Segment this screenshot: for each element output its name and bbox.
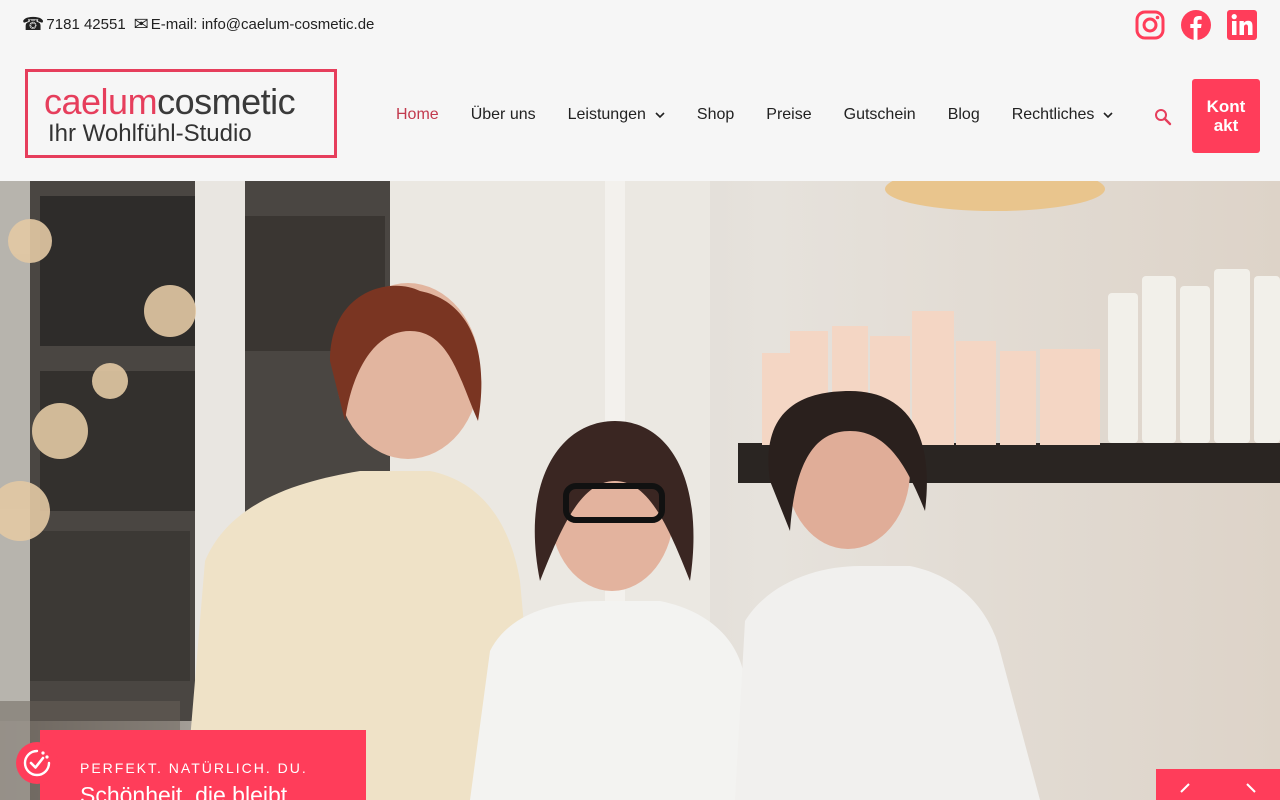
hero-caption: PERFEKT. NATÜRLICH. DU. Schönheit, die b… [40, 730, 366, 800]
nav-label: Blog [947, 106, 980, 123]
nav-item-gutschein[interactable]: Gutschein [844, 106, 916, 124]
nav-label: Über uns [470, 106, 536, 123]
contact-info: ☎ 7181 42551 ✉ E-mail: info@caelum-cosme… [22, 14, 374, 35]
slider-arrows [1156, 769, 1280, 800]
hero-headline: Schönheit, die bleibt [80, 782, 288, 800]
chevron-left-icon[interactable] [1178, 783, 1192, 797]
email-link[interactable]: E-mail: info@caelum-cosmetic.de [151, 16, 375, 33]
envelope-icon: ✉ [133, 14, 149, 34]
logo-word-cosmetic: cosmetic [157, 81, 296, 122]
nav-label: Rechtliches [1011, 106, 1095, 123]
facebook-icon[interactable] [1180, 9, 1212, 41]
nav-label: Gutschein [843, 106, 916, 123]
social-links [1134, 9, 1258, 41]
logo-wordmark: caelumcosmetic [44, 81, 296, 122]
linkedin-icon[interactable] [1226, 9, 1258, 41]
hero-photo [0, 181, 1280, 800]
contact-button[interactable]: Kontakt [1192, 79, 1260, 153]
nav-label: Preise [766, 106, 812, 123]
nav-item-blog[interactable]: Blog [948, 106, 980, 124]
nav-label: Leistungen [567, 106, 646, 123]
search-icon[interactable] [1154, 108, 1172, 126]
logo-tagline: Ihr Wohlfühl-Studio [48, 120, 252, 147]
nav-label: Home [396, 106, 439, 123]
cookie-settings-button[interactable] [16, 742, 58, 784]
nav-item-ueber-uns[interactable]: Über uns [471, 106, 536, 124]
nav-item-shop[interactable]: Shop [697, 106, 734, 124]
logo-word-caelum: caelum [44, 81, 158, 122]
main-nav: Home Über uns Leistungen Shop Preise Gut… [396, 106, 1113, 124]
hero-kicker: PERFEKT. NATÜRLICH. DU. [80, 760, 308, 776]
nav-label: Shop [696, 106, 735, 123]
top-bar: ☎ 7181 42551 ✉ E-mail: info@caelum-cosme… [0, 0, 1280, 52]
cookie-consent-icon [23, 749, 51, 777]
site-logo[interactable]: caelumcosmetic Ihr Wohlfühl-Studio [25, 69, 337, 158]
site-header: caelumcosmetic Ihr Wohlfühl-Studio Home … [0, 52, 1280, 181]
chevron-down-icon [1103, 112, 1113, 119]
nav-item-home[interactable]: Home [396, 106, 439, 124]
instagram-icon[interactable] [1134, 9, 1166, 41]
hero-slider: PERFEKT. NATÜRLICH. DU. Schönheit, die b… [0, 181, 1280, 800]
phone-icon: ☎ [22, 14, 45, 34]
nav-item-rechtliches[interactable]: Rechtliches [1012, 106, 1114, 124]
nav-item-preise[interactable]: Preise [766, 106, 811, 124]
chevron-right-icon[interactable] [1244, 783, 1258, 797]
phone-number[interactable]: 7181 42551 [46, 16, 125, 33]
nav-item-leistungen[interactable]: Leistungen [568, 106, 665, 124]
chevron-down-icon [655, 112, 665, 119]
